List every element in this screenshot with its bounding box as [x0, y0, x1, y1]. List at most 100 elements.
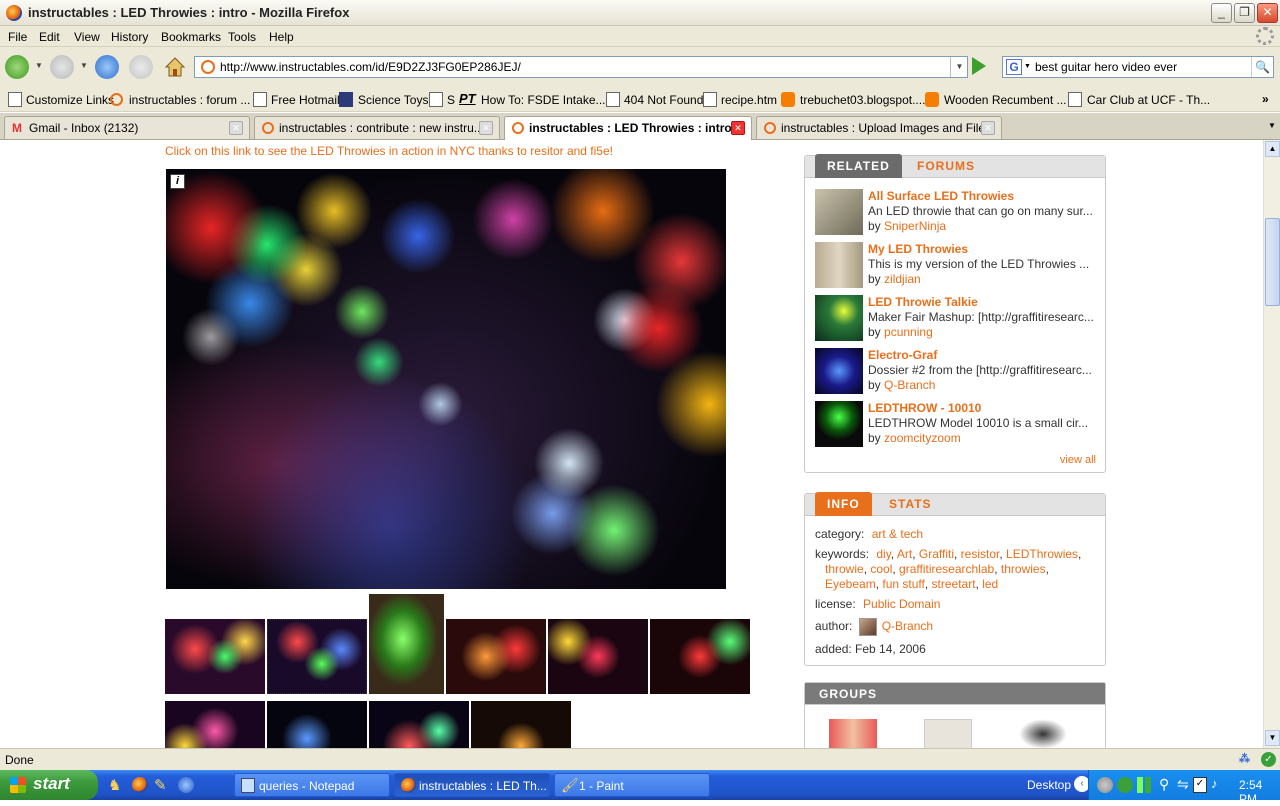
task-firefox[interactable]: instructables : LED Th... [394, 773, 550, 797]
related-author[interactable]: zildjian [884, 272, 921, 286]
group-thumbnail[interactable] [829, 719, 877, 748]
keyword-link[interactable]: LEDThrowies [1006, 547, 1078, 561]
minimize-button[interactable]: _ [1211, 3, 1232, 23]
search-icon[interactable]: 🔍 [1251, 57, 1273, 77]
related-author[interactable]: SniperNinja [884, 219, 946, 233]
reload-icon[interactable] [95, 55, 119, 79]
thumbnail-image[interactable] [548, 619, 648, 694]
bookmark-s[interactable]: S [447, 93, 455, 107]
keyword-link[interactable]: led [982, 577, 998, 591]
close-tab-icon[interactable]: ✕ [981, 121, 995, 135]
scroll-down-icon[interactable]: ▼ [1265, 730, 1280, 746]
tray-messenger-icon[interactable] [1117, 777, 1133, 793]
quicklaunch-icon[interactable]: ✎ [154, 776, 167, 794]
menu-history[interactable]: History [111, 30, 148, 44]
bookmark-instructables-forum[interactable]: instructables : forum ... [129, 93, 250, 107]
related-author[interactable]: pcunning [884, 325, 933, 339]
chevron-more-icon[interactable]: » [1262, 92, 1269, 106]
thumbnail-image[interactable] [267, 619, 367, 694]
bookmark-car-club[interactable]: Car Club at UCF - Th... [1087, 93, 1210, 107]
close-tab-icon[interactable]: ✕ [731, 121, 745, 135]
related-thumbnail[interactable] [815, 348, 863, 394]
bookmark-404[interactable]: 404 Not Found [624, 93, 703, 107]
thumbnail-image[interactable] [446, 619, 546, 694]
bookmark-wooden-recumbent[interactable]: Wooden Recumbent ... [944, 93, 1067, 107]
group-thumbnail[interactable] [924, 719, 972, 748]
tray-antenna-icon[interactable]: ⚲ [1159, 776, 1169, 793]
related-title[interactable]: Electro-Graf [868, 348, 937, 362]
keyword-link[interactable]: Art [897, 547, 912, 561]
menu-edit[interactable]: Edit [39, 30, 60, 44]
search-box[interactable]: G ▼ 🔍 [1002, 56, 1274, 78]
tray-network-icon[interactable]: ⇋ [1177, 776, 1189, 793]
bookmark-free-hotmail[interactable]: Free Hotmail [271, 93, 340, 107]
related-thumbnail[interactable] [815, 295, 863, 341]
forward-dropdown-icon[interactable]: ▼ [80, 61, 88, 70]
search-input[interactable] [1035, 58, 1245, 76]
bookmark-trebuchet[interactable]: trebuchet03.blogspot.... [800, 93, 925, 107]
keyword-link[interactable]: resistor [961, 547, 1000, 561]
tray-signal-icon[interactable] [1145, 777, 1151, 793]
keyword-link[interactable]: streetart [932, 577, 976, 591]
bookmark-science-toys[interactable]: Science Toys [358, 93, 428, 107]
vertical-scrollbar[interactable]: ▲ ▼ [1263, 140, 1280, 748]
related-item[interactable]: All Surface LED Throwies An LED throwie … [815, 189, 1100, 239]
url-bar[interactable]: ▼ [194, 56, 968, 78]
tray-calendar-icon[interactable]: ✓ [1193, 777, 1207, 793]
keyword-link[interactable]: throwies [1001, 562, 1046, 576]
thumbnail-image[interactable] [369, 594, 444, 694]
task-paint[interactable]: 🖌 1 - Paint [554, 773, 710, 797]
thumbnail-image[interactable] [650, 619, 750, 694]
related-title[interactable]: LED Throwie Talkie [868, 295, 978, 309]
keyword-link[interactable]: throwie [825, 562, 864, 576]
close-button[interactable]: ✕ [1257, 3, 1278, 23]
tab-related[interactable]: RELATED [815, 154, 902, 178]
keyword-link[interactable]: Eyebeam [825, 577, 876, 591]
tab-contribute[interactable]: instructables : contribute : new instru.… [254, 116, 500, 139]
related-thumbnail[interactable] [815, 401, 863, 447]
bookmark-fsde-intake[interactable]: How To: FSDE Intake... [481, 93, 606, 107]
avatar[interactable] [859, 618, 877, 636]
scroll-up-icon[interactable]: ▲ [1265, 141, 1280, 157]
view-all-link[interactable]: view all [1060, 454, 1096, 466]
main-photo[interactable]: i [166, 169, 726, 589]
google-engine-icon[interactable]: G [1006, 59, 1022, 75]
license-link[interactable]: Public Domain [863, 597, 940, 611]
related-item[interactable]: Electro-Graf Dossier #2 from the [http:/… [815, 348, 1100, 398]
bookmark-recipe[interactable]: recipe.htm [721, 93, 777, 107]
engine-dropdown-icon[interactable]: ▼ [1024, 63, 1031, 70]
thumbnail-image[interactable] [267, 701, 367, 748]
tab-upload-images[interactable]: instructables : Upload Images and Files … [756, 116, 1002, 139]
tab-forums[interactable]: FORUMS [905, 154, 987, 178]
thumbnail-image[interactable] [369, 701, 469, 748]
category-link[interactable]: art & tech [872, 527, 923, 541]
author-link[interactable]: Q-Branch [882, 619, 933, 633]
quicklaunch-ie-icon[interactable] [178, 777, 194, 793]
menu-help[interactable]: Help [269, 30, 294, 44]
forward-icon[interactable] [50, 55, 74, 79]
menu-bookmarks[interactable]: Bookmarks [161, 30, 221, 44]
bookmark-customize-links[interactable]: Customize Links [26, 93, 114, 107]
thumbnail-image[interactable] [165, 701, 265, 748]
tray-signal-icon[interactable] [1137, 777, 1143, 793]
stop-icon[interactable] [129, 55, 153, 79]
url-dropdown-icon[interactable]: ▼ [950, 57, 968, 77]
thumbnail-image[interactable] [471, 701, 571, 748]
url-input[interactable] [220, 58, 940, 76]
keyword-link[interactable]: fun stuff [882, 577, 924, 591]
keyword-link[interactable]: graffitiresearchlab [899, 562, 994, 576]
keyword-link[interactable]: diy [876, 547, 890, 561]
related-title[interactable]: LEDTHROW - 10010 [868, 401, 981, 415]
tab-list-icon[interactable]: ▼ [1268, 121, 1276, 130]
back-icon[interactable] [5, 55, 29, 79]
related-author[interactable]: zoomcityzoom [884, 431, 961, 445]
thumbnail-image[interactable] [165, 619, 265, 694]
back-dropdown-icon[interactable]: ▼ [35, 61, 43, 70]
scroll-thumb[interactable] [1265, 218, 1280, 306]
tab-stats[interactable]: STATS [877, 492, 944, 516]
task-notepad[interactable]: queries - Notepad [234, 773, 390, 797]
tray-icon[interactable] [1097, 777, 1113, 793]
related-item[interactable]: LED Throwie Talkie Maker Fair Mashup: [h… [815, 295, 1100, 345]
menu-tools[interactable]: Tools [228, 30, 256, 44]
info-badge-icon[interactable]: i [170, 174, 185, 189]
